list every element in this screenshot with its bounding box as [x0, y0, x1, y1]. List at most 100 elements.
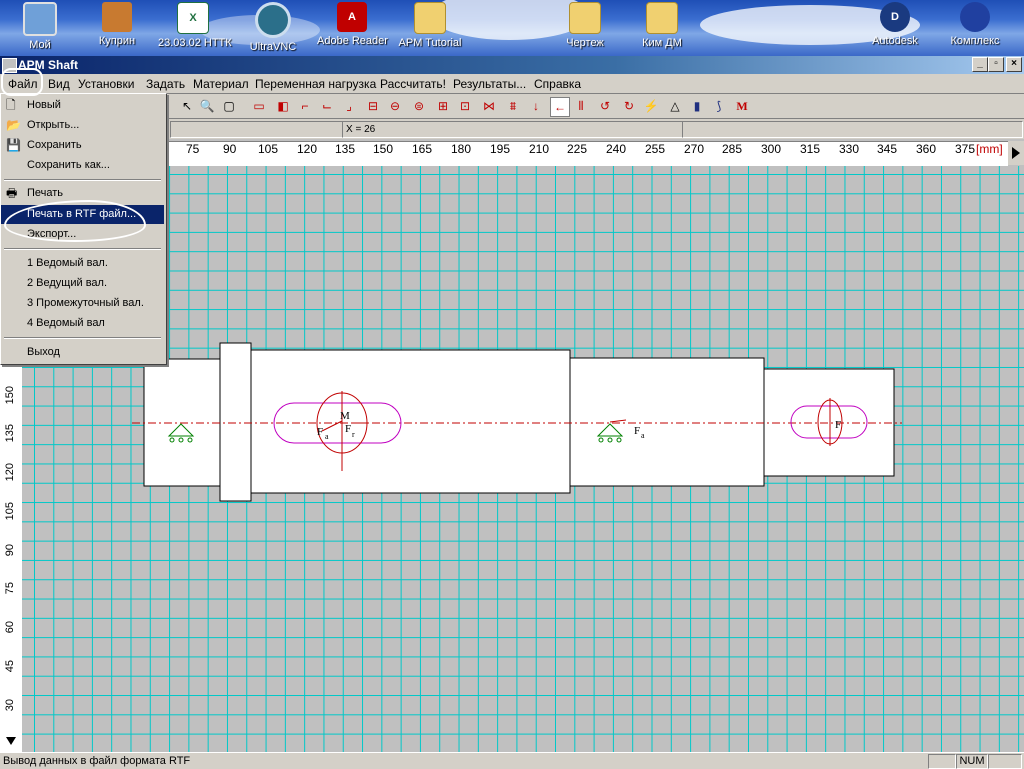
menu-separator [4, 337, 161, 339]
shaft-section-2 [250, 349, 571, 494]
desktop-icon-autodesk[interactable]: D Autodesk [860, 2, 930, 47]
label-fr: F [345, 423, 351, 435]
ruler-tick: 285 [722, 142, 743, 156]
menu-view[interactable]: Вид [48, 77, 70, 91]
ruler-tick: 180 [451, 142, 472, 156]
ruler-tick: 315 [800, 142, 821, 156]
menu-set[interactable]: Задать [146, 77, 185, 91]
shaft-drawing[interactable]: F a M F r F a F [22, 166, 1024, 752]
restore-button[interactable]: ▫ [988, 57, 1004, 72]
menu-item-new[interactable]: 🗋 Новый [1, 96, 164, 115]
distributed-load-icon[interactable]: ⫴ [572, 97, 590, 115]
desktop-icon-chertezh[interactable]: Чертеж [550, 2, 620, 49]
axial-force-icon[interactable]: ↓ [527, 97, 545, 115]
ruler-tick: 90 [4, 544, 16, 557]
menu-variable-load[interactable]: Переменная нагрузка [255, 77, 376, 91]
triangle-right-icon [1012, 147, 1020, 159]
zoom-icon[interactable]: 🔍 [198, 97, 216, 115]
bearing-icon[interactable]: ▮ [688, 97, 706, 115]
menu-item-exit[interactable]: Выход [1, 343, 164, 362]
hole-icon[interactable]: ⊡ [456, 97, 474, 115]
floppy-disk-icon: 💾 [6, 138, 21, 152]
cylinder-section-icon[interactable]: ▭ [250, 97, 268, 115]
shoulder-icon[interactable]: ⌐ [296, 97, 314, 115]
spline-icon[interactable]: ⊜ [410, 97, 428, 115]
ruler-tick: 375 [955, 142, 976, 156]
label-fa-2-sub: a [641, 431, 645, 440]
open-folder-icon: 📂 [6, 118, 21, 132]
groove-icon[interactable]: ⊟ [364, 97, 382, 115]
menu-item-save-as[interactable]: Сохранить как... [1, 156, 164, 175]
menu-item-open[interactable]: 📂 Открыть... [1, 116, 164, 135]
radial-force-icon[interactable]: ← [550, 97, 570, 117]
window-title-bar[interactable]: APM Shaft _ ▫ × [0, 56, 1024, 74]
ruler-tick: 120 [297, 142, 318, 156]
status-panel-empty-2 [988, 754, 1022, 769]
desktop-icon-ultravnc[interactable]: UltraVNC [238, 2, 308, 53]
menu-item-recent-4[interactable]: 4 Ведомый вал [1, 314, 164, 333]
desktop-icon-my-computer[interactable]: Мой [5, 2, 75, 51]
ruler-tick: 240 [606, 142, 627, 156]
ruler-tick: 225 [567, 142, 588, 156]
label-fa-2: F [634, 425, 640, 437]
close-button[interactable]: × [1006, 57, 1022, 72]
fixed-support-icon[interactable]: △ [666, 97, 684, 115]
zoom-fit-icon[interactable]: ▢ [220, 97, 238, 115]
menu-item-recent-2[interactable]: 2 Ведущий вал. [1, 274, 164, 293]
desktop-icon-kim-dm[interactable]: Ким ДМ [627, 2, 697, 49]
select-pointer-icon[interactable]: ↖ [178, 97, 196, 115]
status-bar: Вывод данных в файл формата RTF NUM [0, 752, 1024, 769]
new-document-icon: 🗋 [6, 98, 16, 112]
excel-document-icon: X [177, 2, 209, 34]
ruler-tick: 255 [645, 142, 666, 156]
label-f: F [835, 419, 841, 431]
desktop-icon-complex[interactable]: Комплекс [940, 2, 1010, 47]
ruler-tick: 105 [4, 502, 16, 521]
moment-m-icon[interactable]: M [733, 97, 751, 115]
mass-icon[interactable]: ⟆ [710, 97, 728, 115]
ruler-tick: 330 [839, 142, 860, 156]
drawing-canvas[interactable]: F a M F r F a F [22, 166, 1024, 752]
ruler-tick: 300 [761, 142, 782, 156]
shaft-section-3 [569, 357, 765, 487]
keyway-icon[interactable]: ⊖ [386, 97, 404, 115]
printer-icon: 🖶 [6, 186, 18, 200]
ruler-tick: 75 [4, 582, 16, 595]
folder-icon [569, 2, 601, 34]
fillet-icon[interactable]: ⌙ [318, 97, 336, 115]
eye-icon [255, 2, 291, 38]
status-message: Вывод данных в файл формата RTF [3, 755, 191, 767]
desktop-icon-kuprin[interactable]: Куприн [82, 2, 152, 47]
menu-item-save[interactable]: 💾 Сохранить [1, 136, 164, 155]
ruler-tick: 120 [4, 463, 16, 482]
desktop-icon-excel[interactable]: X 23.03.02 НТТК [158, 2, 232, 49]
cone-section-icon[interactable]: ◧ [274, 97, 292, 115]
spring-icon[interactable]: ⋈ [480, 97, 498, 115]
menu-results[interactable]: Результаты... [453, 77, 526, 91]
ruler-tick: 270 [684, 142, 705, 156]
menu-calculate[interactable]: Рассчитать! [380, 77, 446, 91]
support-icon[interactable]: ⩩ [504, 97, 522, 115]
chamfer-icon[interactable]: ⌟ [340, 97, 358, 115]
ruler-tick: 345 [877, 142, 898, 156]
triangle-down-icon[interactable] [4, 734, 18, 748]
desktop-icon-adobe-reader[interactable]: A Adobe Reader [317, 2, 388, 47]
menu-item-recent-3[interactable]: 3 Промежуточный вал. [1, 294, 164, 313]
moment-cw-icon[interactable]: ↻ [620, 97, 638, 115]
torque-icon[interactable]: ⚡ [642, 97, 660, 115]
menu-item-recent-1[interactable]: 1 Ведомый вал. [1, 254, 164, 273]
thread-icon[interactable]: ⊞ [434, 97, 452, 115]
minimize-button[interactable]: _ [972, 57, 988, 72]
ruler-tick: 165 [412, 142, 433, 156]
ruler-tick: 75 [186, 142, 200, 156]
menu-help[interactable]: Справка [534, 77, 581, 91]
menu-material[interactable]: Материал [193, 77, 249, 91]
ruler-scroll-right-button[interactable] [1008, 141, 1024, 165]
coord-field-empty [170, 121, 343, 138]
desktop-icon-apm-tutorial[interactable]: APM Tutorial [395, 2, 465, 49]
autodesk-revit-icon: D [880, 2, 910, 32]
annotation-circle-file-menu [1, 68, 43, 96]
menu-settings[interactable]: Установки [78, 77, 134, 91]
ruler-tick: 45 [4, 660, 16, 673]
moment-ccw-icon[interactable]: ↺ [596, 97, 614, 115]
